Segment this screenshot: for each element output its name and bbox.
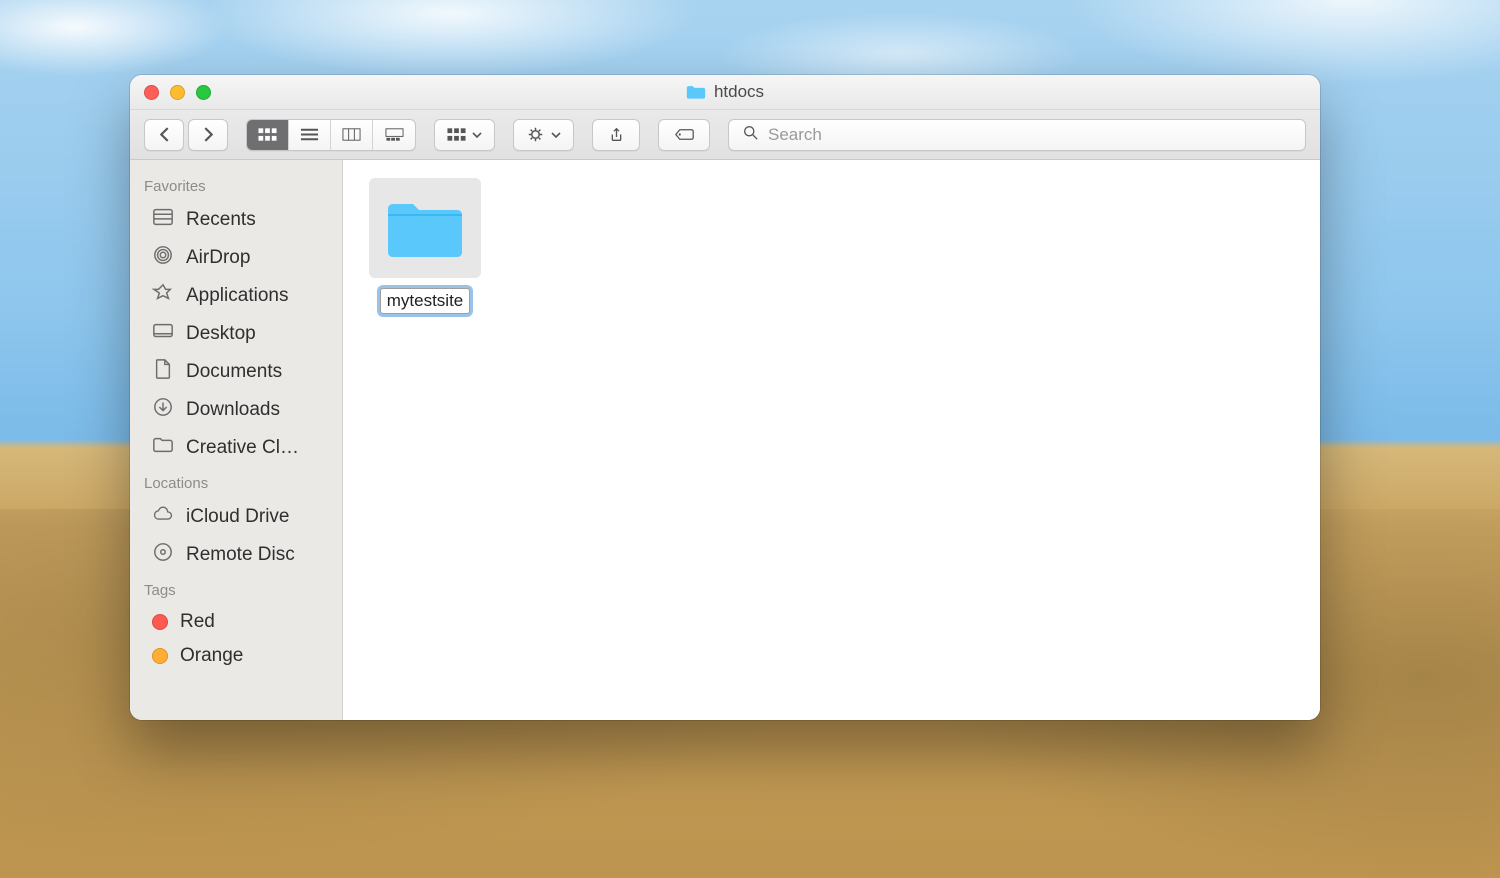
window-minimize-button[interactable] (170, 85, 185, 100)
action-menu-button[interactable] (513, 119, 574, 151)
search-field-wrap (728, 119, 1306, 151)
downloads-icon (152, 397, 174, 423)
sidebar-item-remote-disc[interactable]: Remote Disc (130, 536, 342, 574)
sidebar-item-documents[interactable]: Documents (130, 353, 342, 391)
window-zoom-button[interactable] (196, 85, 211, 100)
view-mode-segment (246, 119, 416, 151)
group-by-button[interactable] (434, 119, 495, 151)
view-icons-button[interactable] (247, 120, 289, 150)
file-name-edit[interactable]: mytestsite (380, 288, 471, 314)
window-title: htdocs (714, 82, 764, 102)
view-gallery-button[interactable] (373, 120, 415, 150)
sidebar-item-label: Downloads (186, 399, 280, 421)
cloud-icon (152, 504, 174, 530)
sidebar-heading-favorites: Favorites (130, 170, 342, 201)
sidebar-tag-red[interactable]: Red (130, 605, 342, 639)
sidebar-item-desktop[interactable]: Desktop (130, 315, 342, 353)
forward-button[interactable] (188, 119, 228, 151)
sidebar-heading-locations: Locations (130, 467, 342, 498)
sidebar-heading-tags: Tags (130, 574, 342, 605)
sidebar-item-label: Applications (186, 285, 288, 307)
window-close-button[interactable] (144, 85, 159, 100)
sidebar-item-label: Desktop (186, 323, 256, 345)
sidebar-item-label: Orange (180, 645, 243, 667)
sidebar-item-label: Recents (186, 209, 256, 231)
sidebar-item-airdrop[interactable]: AirDrop (130, 239, 342, 277)
back-button[interactable] (144, 119, 184, 151)
view-list-button[interactable] (289, 120, 331, 150)
file-item[interactable]: mytestsite (367, 178, 483, 314)
sidebar-tag-orange[interactable]: Orange (130, 639, 342, 673)
toolbar (130, 110, 1320, 160)
sidebar-item-downloads[interactable]: Downloads (130, 391, 342, 429)
sidebar-item-label: Documents (186, 361, 282, 383)
content-area[interactable]: mytestsite (343, 160, 1320, 720)
view-columns-button[interactable] (331, 120, 373, 150)
recents-icon (152, 207, 174, 233)
sidebar-item-creative-cloud[interactable]: Creative Cl… (130, 429, 342, 467)
sidebar-item-label: Remote Disc (186, 544, 295, 566)
folder-icon (686, 84, 706, 100)
titlebar[interactable]: htdocs (130, 75, 1320, 110)
sidebar-item-label: Creative Cl… (186, 437, 299, 459)
sidebar-item-applications[interactable]: Applications (130, 277, 342, 315)
search-icon (741, 124, 760, 145)
edit-tags-button[interactable] (658, 119, 710, 151)
desktop-icon (152, 321, 174, 347)
tag-dot-icon (152, 614, 168, 630)
tag-dot-icon (152, 648, 168, 664)
documents-icon (152, 359, 174, 385)
share-button[interactable] (592, 119, 640, 151)
finder-window: htdocs (130, 75, 1320, 720)
sidebar: Favorites Recents AirDrop Applications (130, 160, 343, 720)
sidebar-item-label: Red (180, 611, 215, 633)
sidebar-item-recents[interactable]: Recents (130, 201, 342, 239)
airdrop-icon (152, 245, 174, 271)
sidebar-item-label: iCloud Drive (186, 506, 289, 528)
sidebar-item-label: AirDrop (186, 247, 250, 269)
search-input[interactable] (768, 125, 1293, 145)
folder-icon (369, 178, 481, 278)
folder-icon (152, 435, 174, 461)
disc-icon (152, 542, 174, 568)
sidebar-item-icloud-drive[interactable]: iCloud Drive (130, 498, 342, 536)
applications-icon (152, 283, 174, 309)
